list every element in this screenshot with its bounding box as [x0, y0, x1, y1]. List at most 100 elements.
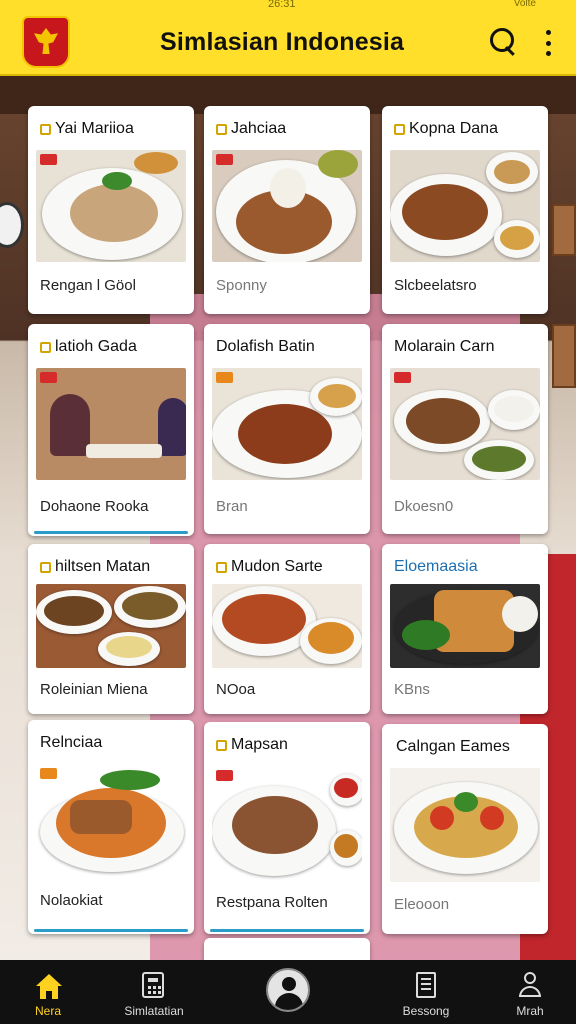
- card-title: Calngan Eames: [396, 738, 510, 755]
- status-time: 26:31: [268, 0, 296, 10]
- card-title: Dolafish Batin: [216, 338, 315, 355]
- dish-photo: [390, 368, 540, 480]
- avatar-icon: [266, 968, 310, 1012]
- card-title-row: Eloemaasia: [394, 558, 478, 576]
- card-badge: [394, 372, 411, 383]
- card-title-row: Mapsan: [216, 736, 288, 754]
- document-icon: [416, 972, 436, 998]
- recipe-card[interactable]: Jahciaa Sponny: [204, 106, 370, 314]
- progress-bar: [210, 929, 364, 932]
- card-title: Eloemaasia: [394, 558, 478, 575]
- tab-account[interactable]: Mrah: [482, 960, 576, 1024]
- dish-photo: [212, 584, 362, 668]
- card-title: latioh Gada: [55, 338, 137, 355]
- card-footer: Roleinian Miena: [40, 681, 148, 698]
- card-footer: Eleooon: [394, 896, 450, 913]
- card-title-row: Kopna Dana: [394, 120, 498, 138]
- card-footer: Dohaone Rooka: [40, 498, 149, 515]
- status-bar: 26:31 Volte: [0, 0, 576, 12]
- card-title-row: Jahciaa: [216, 120, 286, 138]
- card-title-row: Yai Mariioa: [40, 120, 134, 138]
- card-title-row: Molarain Carn: [394, 338, 494, 356]
- card-footer: Dkoesn0: [394, 498, 454, 515]
- app-header: Simlasian Indonesia: [0, 12, 576, 76]
- progress-bar: [34, 531, 188, 534]
- dish-photo: [36, 584, 186, 668]
- restaurant-photo: [36, 368, 186, 480]
- more-icon: [545, 30, 551, 35]
- recipe-card[interactable]: Mapsan Restpana Rolten: [204, 722, 370, 934]
- card-footer: KBns: [394, 681, 430, 698]
- checkbox-icon: [394, 123, 405, 135]
- dish-photo: [36, 764, 186, 880]
- recipe-card[interactable]: Kopna Dana Slcbeelatsro: [382, 106, 548, 314]
- status-signal: Volte: [513, 0, 536, 9]
- card-title: Yai Mariioa: [55, 120, 134, 137]
- checkbox-icon: [40, 123, 51, 135]
- card-badge: [216, 154, 233, 165]
- card-footer: Restpana Rolten: [216, 894, 328, 911]
- bottom-tab-bar: Nera Simlatatian Bessong Mrah: [0, 960, 576, 1024]
- garuda-logo[interactable]: [22, 16, 70, 68]
- card-title: Kopna Dana: [409, 120, 498, 137]
- more-icon-dot: [545, 51, 551, 56]
- recipe-card[interactable]: Calngan Eames Eleooon: [382, 724, 548, 934]
- card-title: Molarain Carn: [394, 338, 495, 355]
- tab-label: Simlatatian: [124, 1004, 184, 1018]
- recipe-card[interactable]: Relnciaa Nolaokiat: [28, 720, 194, 934]
- recipe-card[interactable]: hiltsen Matan Roleinian Miena: [28, 544, 194, 714]
- checkbox-icon: [40, 341, 51, 353]
- card-footer: Bran: [216, 498, 248, 515]
- card-title-row: hiltsen Matan: [40, 558, 150, 576]
- tab-home[interactable]: Nera: [0, 960, 96, 1024]
- recipe-card[interactable]: Yai Mariioa Rengan l Göol: [28, 106, 194, 314]
- page-title: Simlasian Indonesia: [160, 28, 405, 56]
- checkbox-icon: [216, 739, 227, 751]
- card-badge: [40, 372, 57, 383]
- card-title: Mudon Sarte: [231, 558, 323, 575]
- recipe-card[interactable]: latioh Gada Dohaone Rooka: [28, 324, 194, 536]
- more-options-button[interactable]: [538, 28, 558, 58]
- wall-frame: [552, 324, 576, 388]
- recipe-card[interactable]: Mudon Sarte NOoa: [204, 544, 370, 714]
- card-title: hiltsen Matan: [55, 558, 151, 575]
- recipe-card[interactable]: Eloemaasia KBns: [382, 544, 548, 714]
- card-footer: Slcbeelatsro: [394, 277, 477, 294]
- recipe-card[interactable]: Dolafish Batin Bran: [204, 324, 370, 534]
- recipe-card[interactable]: Molarain Carn Dkoesn0: [382, 324, 548, 534]
- card-badge: [40, 154, 57, 165]
- progress-bar: [34, 929, 188, 932]
- more-icon-dot: [545, 40, 551, 46]
- card-title: Mapsan: [231, 736, 288, 753]
- card-badge: [216, 770, 233, 781]
- card-title-row: Calngan Eames: [396, 738, 510, 756]
- person-icon: [519, 972, 541, 998]
- home-icon: [36, 974, 62, 1000]
- dish-photo: [390, 768, 540, 882]
- dish-photo: [36, 150, 186, 262]
- dish-photo: [212, 150, 362, 262]
- card-title-row: Dolafish Batin: [216, 338, 315, 356]
- tab-simulation[interactable]: Simlatatian: [106, 960, 202, 1024]
- tab-documents[interactable]: Bessong: [378, 960, 474, 1024]
- dish-photo: [390, 150, 540, 262]
- checkbox-icon: [216, 561, 227, 573]
- wall-clock: [0, 202, 24, 248]
- card-title-row: Relnciaa: [40, 734, 102, 752]
- card-title: Relnciaa: [40, 734, 103, 751]
- card-title: Jahciaa: [231, 120, 287, 137]
- card-title-row: Mudon Sarte: [216, 558, 323, 576]
- card-badge: [40, 768, 57, 779]
- calculator-icon: [142, 972, 164, 998]
- tab-profile-center[interactable]: [240, 960, 336, 1024]
- wall-frame: [552, 204, 576, 256]
- search-button[interactable]: [486, 24, 520, 58]
- dish-photo: [212, 766, 362, 882]
- card-footer: Rengan l Göol: [40, 277, 136, 294]
- dish-photo: [390, 584, 540, 668]
- card-footer: Sponny: [216, 277, 267, 294]
- checkbox-icon: [216, 123, 227, 135]
- card-footer: NOoa: [216, 681, 256, 698]
- card-badge: [216, 372, 233, 383]
- dish-photo: [212, 368, 362, 480]
